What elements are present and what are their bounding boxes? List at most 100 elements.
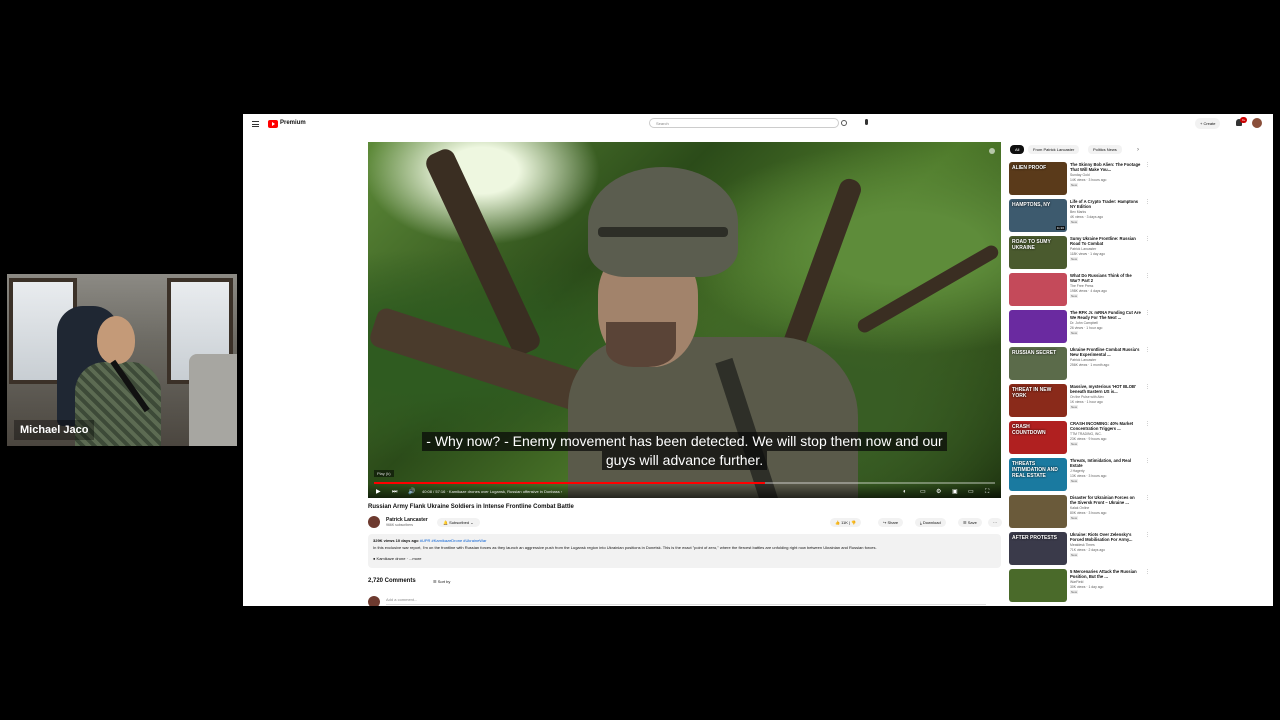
share-button[interactable]: ↪ Share	[878, 518, 904, 527]
recommendation-channel[interactable]: Bex Marks	[1070, 210, 1086, 214]
play-tooltip: Play (k)	[374, 470, 394, 477]
recommendation-title[interactable]: Life of A Crypto Trader: Hamptons NY Edi…	[1070, 199, 1142, 209]
more-vert-icon[interactable]: ⋮	[1145, 310, 1150, 316]
captions-icon[interactable]: ▭	[920, 489, 926, 495]
description-box[interactable]: 329K views 10 days ago #UPR #KamikazeDro…	[368, 534, 1001, 568]
chip-all[interactable]: All	[1010, 145, 1025, 154]
video-thumbnail[interactable]	[1009, 310, 1067, 343]
recommendation-channel[interactable]: Patrick Lancaster	[1070, 358, 1096, 362]
recommendation-title[interactable]: Threats, Intimidation, and Real Estate	[1070, 458, 1142, 468]
recommendation-title[interactable]: Massive, mysterious 'HOT BLOB' beneath E…	[1070, 384, 1142, 394]
recommendation-item[interactable]: THREAT IN NEW YORK Massive, mysterious 'H…	[1009, 384, 1150, 418]
recommendation-channel[interactable]: Kalak Online	[1070, 506, 1089, 510]
video-thumbnail[interactable]: THREATS INTIMIDATION AND REAL ESTATE	[1009, 458, 1067, 491]
video-thumbnail[interactable]	[1009, 495, 1067, 528]
fullscreen-icon[interactable]: ⛶	[985, 489, 989, 495]
recommendation-item[interactable]: 5 Mercenaries Attack the Russian Positio…	[1009, 569, 1150, 603]
recommendation-channel[interactable]: Meatdesk Times	[1070, 543, 1095, 547]
more-vert-icon[interactable]: ⋮	[1145, 162, 1150, 168]
search-icon[interactable]	[841, 120, 847, 126]
more-vert-icon[interactable]: ⋮	[1145, 384, 1150, 390]
miniplayer-icon[interactable]: ▣	[952, 489, 958, 495]
recommendation-channel[interactable]: The Free Press	[1070, 284, 1093, 288]
autoplay-toggle-icon[interactable]: ◐	[903, 489, 907, 495]
recommendation-title[interactable]: Ukraine Frontline Combat Russia's New Ex…	[1070, 347, 1142, 357]
recommendation-title[interactable]: What Do Russians Think of the War? Part …	[1070, 273, 1142, 283]
like-button[interactable]: 👍 11K | 👎	[830, 518, 862, 527]
recommendation-item[interactable]: The RFK Jr. mRNA Funding Cut Are We Read…	[1009, 310, 1150, 344]
recommendation-title[interactable]: The RFK Jr. mRNA Funding Cut Are We Read…	[1070, 310, 1142, 320]
video-thumbnail[interactable]: CRASH COUNTDOWN	[1009, 421, 1067, 454]
recommendation-item[interactable]: What Do Russians Think of the War? Part …	[1009, 273, 1150, 307]
play-icon[interactable]: ▶	[376, 489, 381, 495]
video-thumbnail[interactable]: AFTER PROTESTS	[1009, 532, 1067, 565]
more-vert-icon[interactable]: ⋮	[1145, 532, 1150, 538]
more-vert-icon[interactable]: ⋮	[1145, 236, 1150, 242]
video-thumbnail[interactable]: HAMPTONS, NY 11:36	[1009, 199, 1067, 232]
save-label: Save	[967, 520, 977, 525]
recommendation-item[interactable]: CRASH COUNTDOWN CRASH INCOMING: 40% Marke…	[1009, 421, 1150, 455]
recommendation-channel[interactable]: J Hagerty	[1070, 469, 1085, 473]
create-button[interactable]: + Create	[1195, 118, 1221, 129]
recommendation-title[interactable]: Ukraine: Riots Over Zelensky's Forced Mo…	[1070, 532, 1142, 542]
hashtags[interactable]: #UPR #KamikazeDrone #UkraineWar	[420, 538, 487, 543]
video-thumbnail[interactable]	[1009, 569, 1067, 602]
microphone-icon[interactable]	[865, 119, 868, 125]
recommendation-channel[interactable]: Sunday Gold	[1070, 173, 1090, 177]
more-vert-icon[interactable]: ⋮	[1145, 347, 1150, 353]
more-vert-icon[interactable]: ⋮	[1145, 458, 1150, 464]
recommendation-item[interactable]: HAMPTONS, NY 11:36 Life of A Crypto Trader…	[1009, 199, 1150, 233]
video-thumbnail[interactable]: THREAT IN NEW YORK	[1009, 384, 1067, 417]
add-comment-input[interactable]: Add a comment...	[386, 597, 986, 605]
recommendation-item[interactable]: THREATS INTIMIDATION AND REAL ESTATE Thre…	[1009, 458, 1150, 492]
recommendation-item[interactable]: ROAD TO SUMY UKRAINE Sumy Ukraine Frontli…	[1009, 236, 1150, 270]
recommendation-title[interactable]: Sumy Ukraine Frontline: Russian Road To …	[1070, 236, 1142, 246]
more-vert-icon[interactable]: ⋮	[1145, 421, 1150, 427]
menu-icon[interactable]	[252, 121, 259, 127]
more-vert-icon[interactable]: ⋮	[1145, 273, 1150, 279]
thumbnail-text: AFTER PROTESTS	[1012, 535, 1058, 541]
recommendation-stats: 13K views · 3 hours ago	[1070, 474, 1107, 478]
sort-by-button[interactable]: ☰ Sort by	[433, 579, 450, 584]
brand-label[interactable]: Premium	[280, 120, 306, 126]
video-player[interactable]: - Why now? - Enemy movement has been det…	[368, 142, 1001, 498]
theater-mode-icon[interactable]: ▭	[968, 489, 974, 495]
recommendation-channel[interactable]: Patrick Lancaster	[1070, 247, 1096, 251]
recommendation-item[interactable]: ALIEN PROOF The Skinny Bob Alien: The Foo…	[1009, 162, 1150, 196]
recommendation-title[interactable]: The Skinny Bob Alien: The Footage That W…	[1070, 162, 1142, 172]
chip-politics-news[interactable]: Politics News	[1088, 145, 1122, 154]
video-thumbnail[interactable]	[1009, 273, 1067, 306]
video-thumbnail[interactable]: RUSSIAN SECRET	[1009, 347, 1067, 380]
new-badge: New	[1070, 590, 1079, 594]
recommendation-title[interactable]: 5 Mercenaries Attack the Russian Positio…	[1070, 569, 1142, 579]
chip-from-channel[interactable]: From Patrick Lancaster	[1028, 145, 1080, 154]
more-vert-icon[interactable]: ⋮	[1145, 495, 1150, 501]
recommendation-channel[interactable]: On the Pulse with Alex	[1070, 395, 1104, 399]
settings-gear-icon[interactable]: ⚙	[936, 489, 941, 495]
more-vert-icon[interactable]: ⋮	[1145, 199, 1150, 205]
recommendation-title[interactable]: Disaster for Ukrainian Forces on the Siv…	[1070, 495, 1142, 505]
download-button[interactable]: ⤓ Download	[915, 518, 946, 527]
recommendation-channel[interactable]: Dr. John Campbell	[1070, 321, 1098, 325]
subscribe-button[interactable]: 🔔 Subscribed ⌄	[437, 518, 480, 527]
recommendation-item[interactable]: Disaster for Ukrainian Forces on the Siv…	[1009, 495, 1150, 529]
volume-icon[interactable]: 🔊	[408, 489, 415, 495]
more-actions-button[interactable]: ···	[988, 518, 1002, 527]
youtube-logo-icon[interactable]	[268, 120, 278, 128]
info-icon[interactable]	[989, 148, 995, 154]
recommendation-channel[interactable]: TTM TRADING, INC.	[1070, 432, 1102, 436]
recommendation-item[interactable]: RUSSIAN SECRET Ukraine Frontline Combat R…	[1009, 347, 1150, 381]
recommendation-item[interactable]: AFTER PROTESTS Ukraine: Riots Over Zelens…	[1009, 532, 1150, 566]
save-button[interactable]: ☰ Save	[958, 518, 982, 527]
channel-avatar[interactable]	[368, 516, 380, 528]
next-icon[interactable]: ⏭	[392, 489, 397, 495]
video-thumbnail[interactable]: ROAD TO SUMY UKRAINE	[1009, 236, 1067, 269]
video-thumbnail[interactable]: ALIEN PROOF	[1009, 162, 1067, 195]
search-input[interactable]: Search	[649, 118, 839, 128]
recommendation-channel[interactable]: WarField	[1070, 580, 1083, 584]
more-vert-icon[interactable]: ⋮	[1145, 569, 1150, 575]
recommendation-title[interactable]: CRASH INCOMING: 40% Market Concentration…	[1070, 421, 1142, 431]
chevron-right-icon[interactable]: ›	[1137, 147, 1139, 153]
account-avatar[interactable]	[1252, 118, 1262, 128]
description-more[interactable]: ● Kamikaze drone · ...more	[373, 556, 996, 561]
